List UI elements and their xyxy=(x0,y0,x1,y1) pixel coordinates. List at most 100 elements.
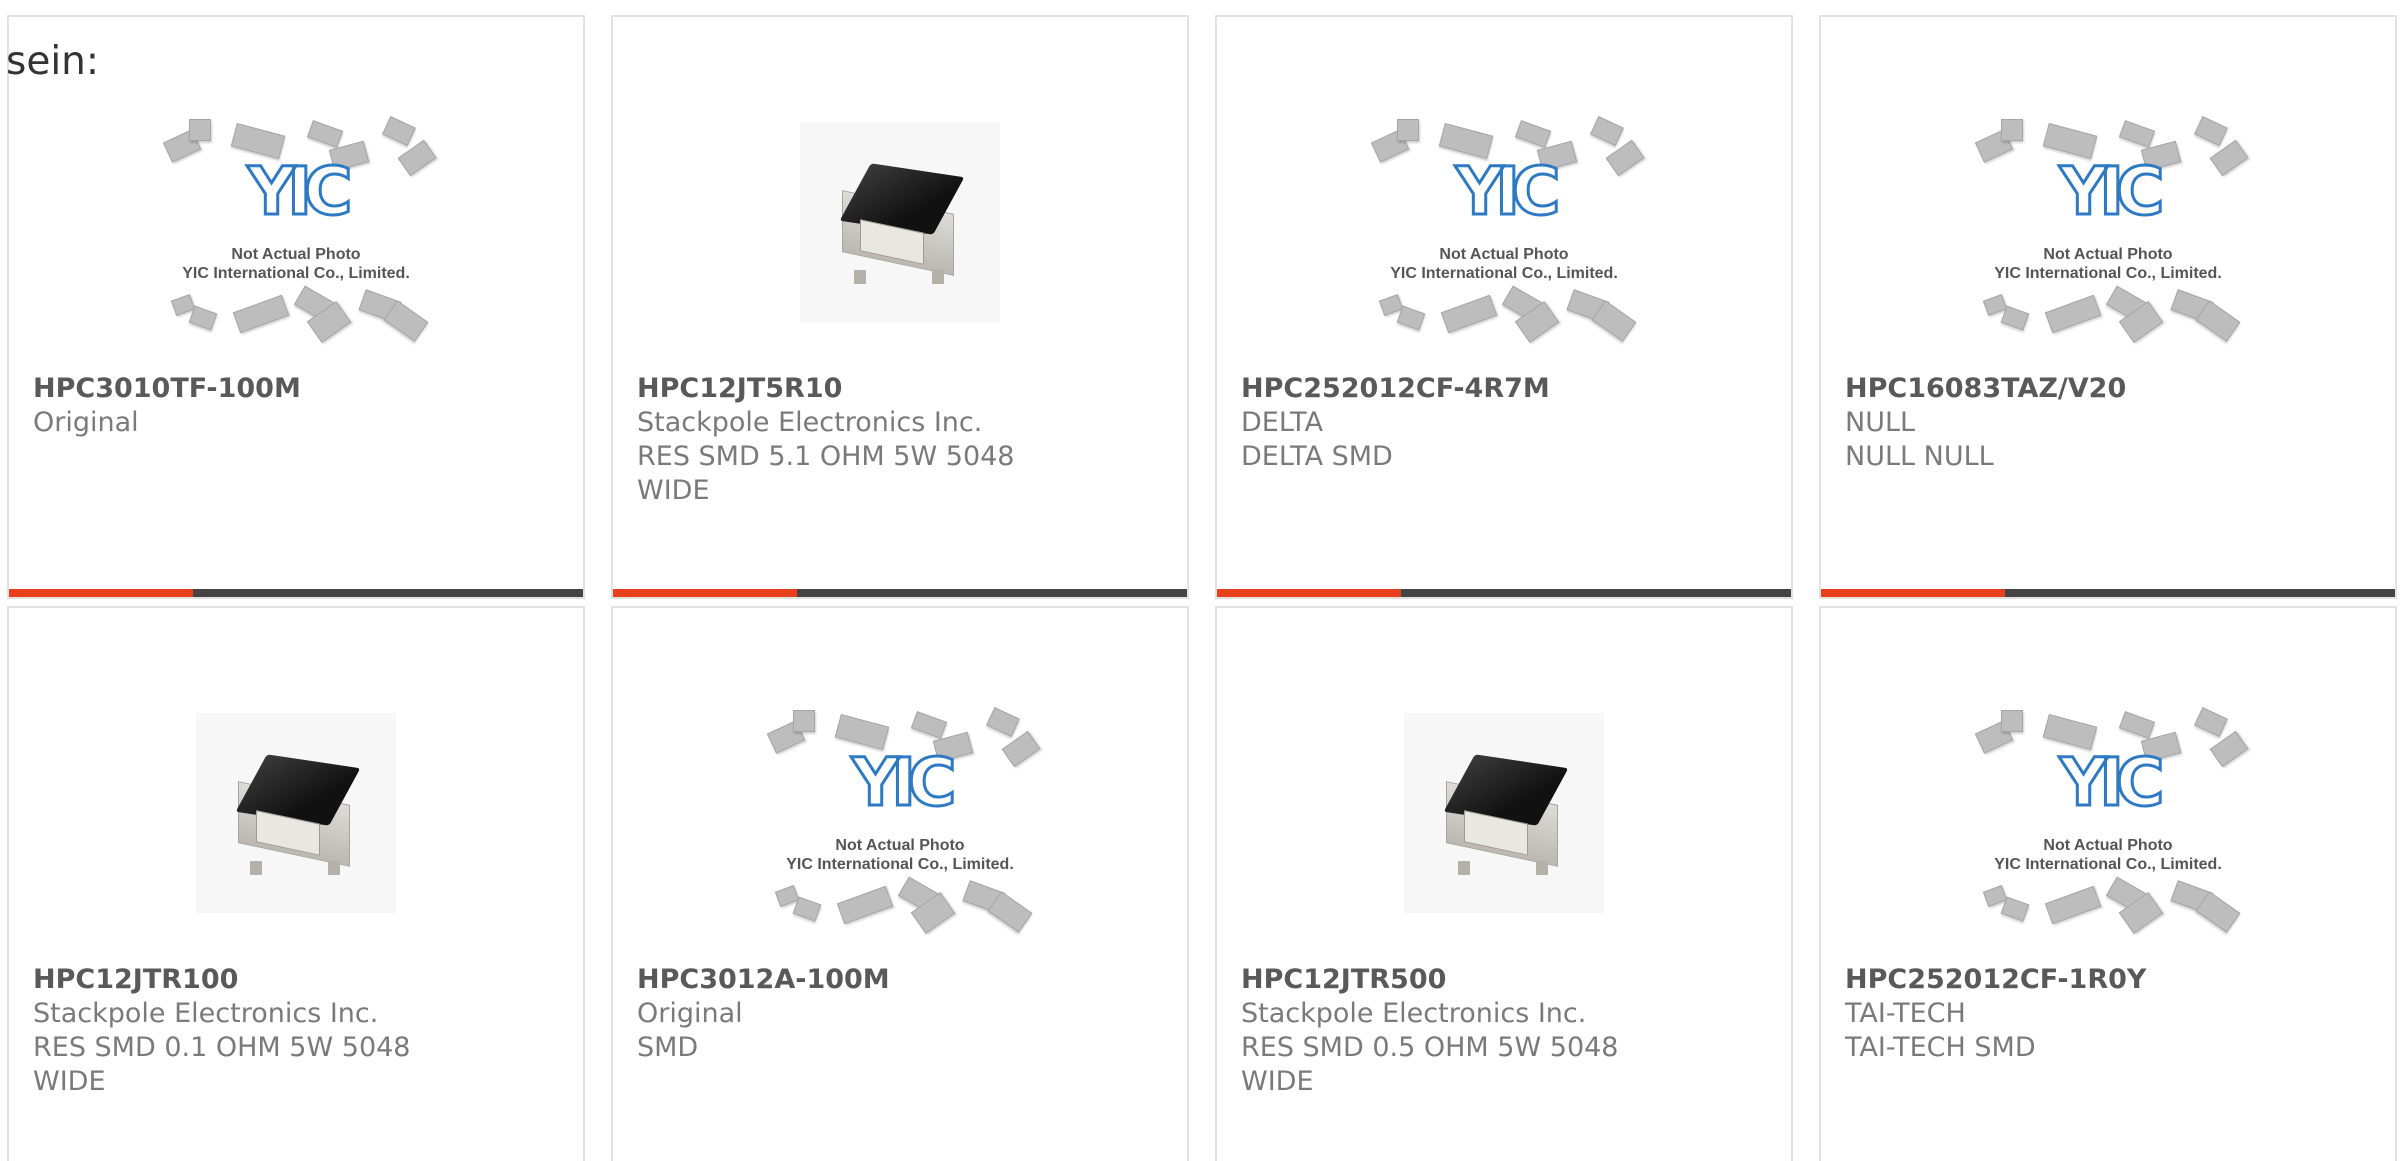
chip-illustration xyxy=(382,116,416,146)
product-detail-line: RES SMD 0.5 OHM 5W 5048 xyxy=(1241,1032,1619,1063)
not-actual-photo-image: YIC Not Actual Photo YIC International Co.… xyxy=(1369,97,1645,347)
not-actual-photo-label: Not Actual Photo xyxy=(1439,246,1569,263)
product-detail-line: SMD xyxy=(637,1032,699,1063)
not-actual-photo-image: YIC Not Actual Photo YIC International Co.… xyxy=(161,97,437,347)
chip-illustration xyxy=(1590,116,1624,146)
bar-accent-segment xyxy=(1217,589,1401,597)
product-card[interactable]: YIC Not Actual Photo YIC International Co.… xyxy=(7,15,585,599)
chip-illustration xyxy=(2001,119,2023,141)
product-detail-line: Stackpole Electronics Inc. xyxy=(1241,998,1587,1029)
yic-logo: YIC xyxy=(2058,153,2166,230)
chip-illustration xyxy=(232,294,290,334)
company-name-label: YIC International Co., Limited. xyxy=(1994,856,2222,873)
chip-illustration xyxy=(2118,120,2156,148)
chip-illustration xyxy=(2001,710,2023,732)
not-actual-photo-label: Not Actual Photo xyxy=(2043,837,2173,854)
product-detail-line: NULL NULL xyxy=(1845,441,1994,472)
not-actual-photo-label: Not Actual Photo xyxy=(835,837,965,854)
bar-accent-segment xyxy=(1821,589,2005,597)
yic-logo: YIC xyxy=(246,153,354,230)
chip-illustration xyxy=(1440,294,1498,334)
chip-illustration xyxy=(986,707,1020,737)
product-part-number[interactable]: HPC12JT5R10 xyxy=(637,372,1163,406)
card-bottom-bar xyxy=(1821,589,2395,597)
product-part-number[interactable]: HPC16083TAZ/V20 xyxy=(1845,372,2371,406)
bar-dark-segment xyxy=(2005,589,2395,597)
card-bottom-bar xyxy=(613,589,1187,597)
company-name-label: YIC International Co., Limited. xyxy=(182,265,410,282)
not-actual-photo-label: Not Actual Photo xyxy=(231,246,361,263)
product-part-number[interactable]: HPC3012A-100M xyxy=(637,963,1163,997)
chip-illustration xyxy=(1396,305,1426,331)
yic-logo: YIC xyxy=(850,744,958,821)
chip-illustration xyxy=(1397,119,1419,141)
chip-illustration xyxy=(2000,305,2030,331)
company-name-label: YIC International Co., Limited. xyxy=(786,856,1014,873)
product-info: HPC12JT5R10 Stackpole Electronics Inc. RES… xyxy=(637,372,1163,508)
product-info: HPC252012CF-4R7M DELTA DELTA SMD xyxy=(1241,372,1767,474)
component-terminal xyxy=(854,270,866,284)
product-thumbnail[interactable] xyxy=(9,668,583,958)
product-thumbnail[interactable]: YIC Not Actual Photo YIC International Co.… xyxy=(9,77,583,367)
bar-dark-segment xyxy=(1401,589,1791,597)
company-name-label: YIC International Co., Limited. xyxy=(1994,265,2222,282)
product-info: HPC12JTR500 Stackpole Electronics Inc. RES… xyxy=(1241,963,1767,1099)
bar-dark-segment xyxy=(797,589,1187,597)
product-thumbnail[interactable]: YIC Not Actual Photo YIC International Co.… xyxy=(1821,668,2395,958)
product-thumbnail[interactable] xyxy=(1217,668,1791,958)
intro-text: sein: xyxy=(6,39,100,84)
chip-illustration xyxy=(793,710,815,732)
product-part-number[interactable]: HPC252012CF-4R7M xyxy=(1241,372,1767,406)
product-detail-line: RES SMD 5.1 OHM 5W 5048 xyxy=(637,441,1015,472)
product-info: HPC3012A-100M Original SMD xyxy=(637,963,1163,1065)
card-bottom-bar xyxy=(9,589,583,597)
product-detail-line: Stackpole Electronics Inc. xyxy=(33,998,379,1029)
chip-illustration xyxy=(2044,885,2102,925)
product-thumbnail[interactable]: YIC Not Actual Photo YIC International Co.… xyxy=(1217,77,1791,367)
product-thumbnail[interactable]: YIC Not Actual Photo YIC International Co.… xyxy=(613,668,1187,958)
product-detail-line: RES SMD 0.1 OHM 5W 5048 xyxy=(33,1032,411,1063)
chip-illustration xyxy=(2044,294,2102,334)
yic-logo: YIC xyxy=(2058,744,2166,821)
company-name-label: YIC International Co., Limited. xyxy=(1390,265,1618,282)
component-terminal xyxy=(1458,861,1470,875)
inductor-component-image xyxy=(196,713,396,913)
yic-logo: YIC xyxy=(1454,153,1562,230)
product-info: HPC252012CF-1R0Y TAI-TECH TAI-TECH SMD xyxy=(1845,963,2371,1065)
product-detail-line: DELTA SMD xyxy=(1241,441,1393,472)
product-thumbnail[interactable] xyxy=(613,77,1187,367)
chip-illustration xyxy=(836,885,894,925)
product-detail-line: TAI-TECH xyxy=(1845,998,1966,1029)
not-actual-photo-image: YIC Not Actual Photo YIC International Co.… xyxy=(1973,97,2249,347)
product-detail-line: Original xyxy=(637,998,743,1029)
chip-illustration xyxy=(188,305,218,331)
component-terminal xyxy=(250,861,262,875)
component-terminal xyxy=(1536,861,1548,875)
inductor-component-image xyxy=(1404,713,1604,913)
product-part-number[interactable]: HPC12JTR100 xyxy=(33,963,559,997)
product-detail-line: TAI-TECH SMD xyxy=(1845,1032,2036,1063)
product-card[interactable]: YIC Not Actual Photo YIC International Co.… xyxy=(1819,15,2397,599)
product-card[interactable]: HPC12JTR100 Stackpole Electronics Inc. RES… xyxy=(7,606,585,1161)
chip-illustration xyxy=(910,711,948,739)
chip-illustration xyxy=(2118,711,2156,739)
product-card[interactable]: YIC Not Actual Photo YIC International Co.… xyxy=(1819,606,2397,1161)
product-thumbnail[interactable]: YIC Not Actual Photo YIC International Co.… xyxy=(1821,77,2395,367)
product-info: HPC12JTR100 Stackpole Electronics Inc. RES… xyxy=(33,963,559,1099)
bar-accent-segment xyxy=(9,589,193,597)
product-card[interactable]: YIC Not Actual Photo YIC International Co.… xyxy=(1215,15,1793,599)
product-part-number[interactable]: HPC252012CF-1R0Y xyxy=(1845,963,2371,997)
product-part-number[interactable]: HPC12JTR500 xyxy=(1241,963,1767,997)
chip-illustration xyxy=(1514,120,1552,148)
chip-illustration xyxy=(2000,896,2030,922)
product-grid-page: sein: YIC Not Actual Photo YIC Internation… xyxy=(0,0,2400,1161)
not-actual-photo-image: YIC Not Actual Photo YIC International Co.… xyxy=(765,688,1041,938)
not-actual-photo-image: YIC Not Actual Photo YIC International Co.… xyxy=(1973,688,2249,938)
chip-illustration xyxy=(792,896,822,922)
product-card[interactable]: HPC12JT5R10 Stackpole Electronics Inc. RES… xyxy=(611,15,1189,599)
product-part-number[interactable]: HPC3010TF-100M xyxy=(33,372,559,406)
product-card[interactable]: HPC12JTR500 Stackpole Electronics Inc. RES… xyxy=(1215,606,1793,1161)
product-card[interactable]: YIC Not Actual Photo YIC International Co.… xyxy=(611,606,1189,1161)
product-info: HPC16083TAZ/V20 NULL NULL NULL xyxy=(1845,372,2371,474)
product-detail-line: NULL xyxy=(1845,407,1916,438)
